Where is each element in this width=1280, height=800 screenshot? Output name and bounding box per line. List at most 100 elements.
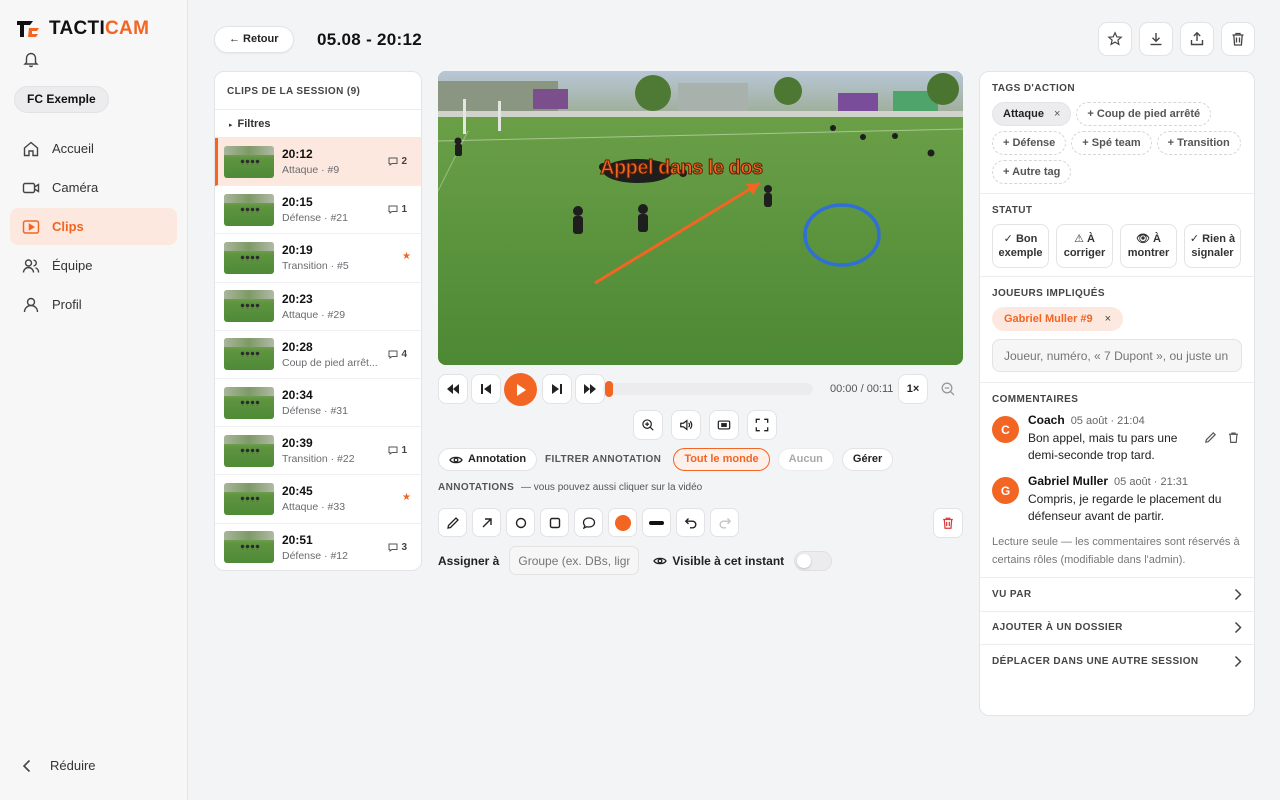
comment-count-badge: 1 [388,445,407,456]
redo-button[interactable] [710,508,739,537]
share-button[interactable] [1180,22,1214,56]
clip-row[interactable]: 20:45 Attaque · #33 ★ [215,475,421,524]
status-option[interactable]: ✓ Rien à signaler [1184,224,1241,268]
nav-item-camera[interactable]: Caméra [10,169,177,206]
nav-item-profil[interactable]: Profil [10,286,177,323]
volume-button[interactable] [671,410,701,440]
assign-group-input[interactable] [509,546,640,575]
pen-tool[interactable] [438,508,467,537]
rewind-button[interactable] [438,374,468,404]
bell-icon[interactable] [22,50,40,68]
filter-none[interactable]: Aucun [777,448,834,471]
action-tag[interactable]: + Coup de pied arrêté [1076,102,1212,126]
link-row[interactable]: AJOUTER À UN DOSSIER [980,610,1254,645]
zoom-in-button[interactable] [633,410,663,440]
action-tag[interactable]: Attaque × [992,102,1072,126]
clip-row[interactable]: 20:28 Coup de pied arrêt... 4 [215,331,421,379]
team-icon [22,258,40,273]
link-row[interactable]: DÉPLACER DANS UNE AUTRE SESSION [980,644,1254,678]
collapse-sidebar-button[interactable]: Réduire [22,758,96,773]
comment-count-badge: 3 [388,542,407,553]
sidebar: TACTICAM FC Exemple Accueil Caméra Clips… [0,0,188,800]
readonly-note: Lecture seule — les commentaires sont ré… [992,536,1240,566]
skip-forward-icon [552,384,562,394]
zoom-out-icon[interactable] [940,381,956,397]
download-button[interactable] [1139,22,1173,56]
status-label: ✓ Bon exemple [998,233,1043,259]
undo-button[interactable] [676,508,705,537]
status-option[interactable]: ✓ Bon exemple [992,224,1049,268]
clip-row[interactable]: 20:34 Défense · #31 [215,379,421,428]
video-player[interactable]: Appel dans le dos [438,71,963,365]
trash-icon[interactable] [1227,431,1240,444]
clear-annotations-button[interactable] [933,508,963,538]
clip-thumbnail [224,434,274,467]
clip-subtitle: Transition · #5 [282,260,349,273]
clip-row[interactable]: 20:51 Défense · #12 3 [215,524,421,571]
nav-item-equipe[interactable]: Équipe [10,247,177,284]
brand-logo[interactable]: TACTICAM [15,18,149,40]
details-panel: TAGS D'ACTION Attaque × + Coup de pied arr… [979,71,1255,716]
play-button[interactable] [504,373,537,406]
back-button[interactable]: ← Retour [214,26,294,53]
progress-track[interactable] [603,381,813,397]
link-row[interactable]: VU PAR [980,577,1254,611]
text-bubble-tool[interactable] [574,508,603,537]
next-frame-button[interactable] [542,374,572,404]
clip-info: 20:39 Transition · #22 [282,436,355,465]
player-chip[interactable]: Gabriel Muller #9 × [992,307,1124,331]
favorite-button[interactable] [1098,22,1132,56]
square-icon [549,517,560,528]
action-tag[interactable]: + Spé team [1071,131,1152,155]
comment-text: Bon appel, mais tu pars une demi-seconde… [1028,431,1178,462]
clip-row[interactable]: 20:15 Défense · #21 1 [215,186,421,235]
picture-in-picture-button[interactable] [709,410,739,440]
visible-now-toggle[interactable] [794,550,833,571]
action-tag[interactable]: + Défense [992,131,1067,155]
nav-item-accueil[interactable]: Accueil [10,130,177,167]
fast-forward-button[interactable] [575,374,605,404]
stroke-width-picker[interactable] [642,508,671,537]
progress-handle[interactable] [605,381,613,397]
circle-icon [515,517,526,528]
filters-toggle[interactable]: ▸ Filtres [215,110,421,138]
delete-clip-button[interactable] [1221,22,1255,56]
arrow-tool[interactable] [472,508,501,537]
status-option[interactable]: ⚠ À corriger [1056,224,1113,268]
color-picker[interactable] [608,508,637,537]
remove-player-icon[interactable]: × [1105,313,1111,325]
clip-thumbnail [224,338,274,371]
club-selector[interactable]: FC Exemple [14,86,109,113]
annotations-hint: — vous pouvez aussi cliquer sur la vidéo [521,482,703,493]
fullscreen-button[interactable] [747,410,777,440]
home-icon [23,141,39,156]
status-option[interactable]: 👁 À montrer [1120,224,1177,268]
nav-item-clips[interactable]: Clips [10,208,177,245]
circle-tool[interactable] [506,508,535,537]
action-tag[interactable]: + Autre tag [992,160,1072,184]
clip-rows: 20:12 Attaque · #9 2 20:15 Défense · #21… [215,138,421,571]
tag-label: + Autre tag [1003,166,1061,178]
clip-info: 20:23 Attaque · #29 [282,292,345,321]
filter-everyone[interactable]: Tout le monde [673,448,770,471]
player-search-input[interactable] [992,339,1242,372]
speed-button[interactable]: 1× [898,374,928,404]
remove-tag-icon[interactable]: × [1054,108,1060,120]
tags-section: TAGS D'ACTION Attaque × + Coup de pied arr… [980,72,1254,194]
edit-icon[interactable] [1204,431,1217,444]
annotation-toggle[interactable]: Annotation [438,448,538,471]
previous-frame-button[interactable] [471,374,501,404]
clip-time: 20:19 [282,243,313,258]
rectangle-tool[interactable] [540,508,569,537]
action-tag[interactable]: + Transition [1156,131,1241,155]
clip-row[interactable]: 20:19 Transition · #5 ★ [215,234,421,283]
clip-row[interactable]: 20:39 Transition · #22 1 [215,427,421,476]
clip-row[interactable]: 20:12 Attaque · #9 2 [215,138,421,187]
filter-manage[interactable]: Gérer [841,448,894,471]
clip-time: 20:15 [282,195,313,210]
profile-icon [23,297,39,312]
drawing-toolbar [438,508,739,537]
skip-back-icon [481,384,491,394]
clip-row[interactable]: 20:23 Attaque · #29 [215,283,421,331]
comment-actions [1204,431,1240,444]
